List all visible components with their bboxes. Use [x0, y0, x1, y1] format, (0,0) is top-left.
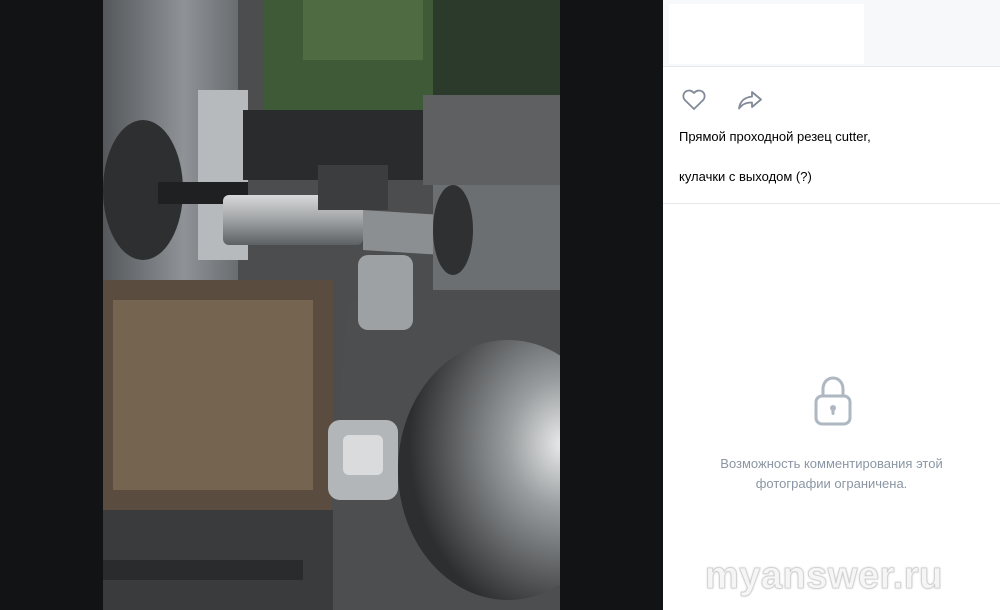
divider: [663, 203, 1000, 204]
author-header-block: [669, 4, 864, 64]
photo-viewer: [0, 0, 663, 610]
comments-closed-line2: фотографии ограничена.: [755, 476, 908, 491]
photo-sidebar: Прямой проходной резец cutter, кулачки с…: [663, 0, 1000, 610]
share-button[interactable]: [736, 86, 764, 114]
share-icon: [738, 91, 762, 110]
heart-icon: [682, 89, 706, 110]
photo-caption-line2: кулачки с выходом (?): [679, 169, 812, 184]
comments-closed-line1: Возможность комментирования этой: [720, 456, 943, 471]
like-button[interactable]: [680, 86, 708, 114]
photo-caption-line1: Прямой проходной резец cutter,: [679, 129, 871, 144]
lock-icon: [814, 376, 852, 426]
watermark: myanswer.ru: [705, 555, 943, 598]
comments-closed-icon-wrap: [809, 372, 857, 432]
photo[interactable]: [103, 0, 560, 610]
comments-closed-message: Возможность комментирования этой фотогра…: [683, 454, 980, 494]
lathe-photo-image: [103, 0, 560, 610]
author-header: [663, 0, 1000, 67]
